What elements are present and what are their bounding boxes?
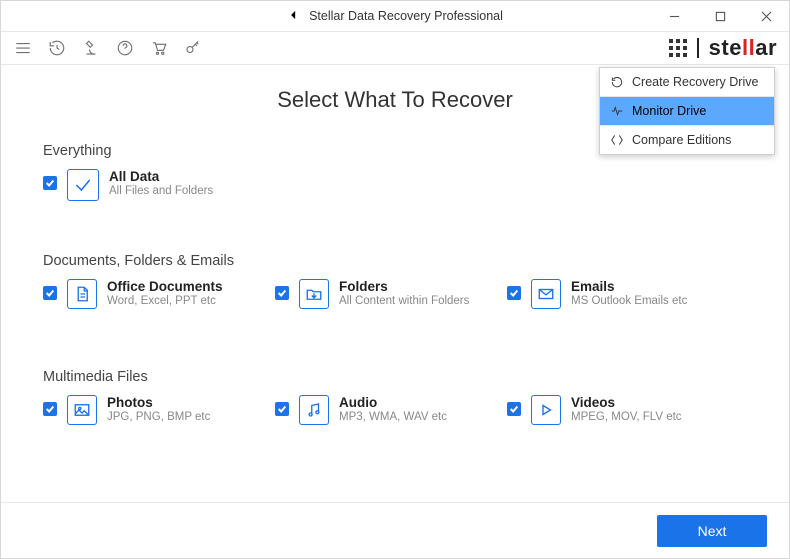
option-label: Emails xyxy=(571,279,687,295)
menu-item-compare-editions[interactable]: Compare Editions xyxy=(600,126,774,154)
refresh-icon xyxy=(610,75,624,89)
separator xyxy=(697,38,699,58)
checkbox-icon[interactable] xyxy=(275,402,289,416)
checkbox-icon[interactable] xyxy=(275,286,289,300)
compare-icon xyxy=(610,133,624,147)
toolbar: stellar xyxy=(1,31,789,65)
help-icon[interactable] xyxy=(115,38,135,58)
window-close-button[interactable] xyxy=(743,1,789,31)
checkbox-icon[interactable] xyxy=(507,402,521,416)
option-sub: MS Outlook Emails etc xyxy=(571,295,687,309)
option-label: Photos xyxy=(107,395,210,411)
option-all-data[interactable]: All Data All Files and Folders xyxy=(43,169,275,201)
checkbox-icon[interactable] xyxy=(43,286,57,300)
key-icon[interactable] xyxy=(183,38,203,58)
tools-dropdown: Create Recovery Drive Monitor Drive Comp… xyxy=(599,67,775,155)
option-sub: All Content within Folders xyxy=(339,295,469,309)
history-icon[interactable] xyxy=(47,38,67,58)
microscope-icon[interactable] xyxy=(81,38,101,58)
cart-icon[interactable] xyxy=(149,38,169,58)
option-videos[interactable]: Videos MPEG, MOV, FLV etc xyxy=(507,395,739,425)
folder-icon xyxy=(299,279,329,309)
photo-icon xyxy=(67,395,97,425)
menu-item-label: Monitor Drive xyxy=(632,104,706,118)
video-icon xyxy=(531,395,561,425)
menu-item-label: Compare Editions xyxy=(632,133,731,147)
option-office-documents[interactable]: Office Documents Word, Excel, PPT etc xyxy=(43,279,275,309)
checkbox-icon[interactable] xyxy=(43,176,57,190)
checkbox-icon[interactable] xyxy=(43,402,57,416)
option-label: Audio xyxy=(339,395,447,411)
option-emails[interactable]: Emails MS Outlook Emails etc xyxy=(507,279,739,309)
next-button[interactable]: Next xyxy=(657,515,767,547)
window-maximize-button[interactable] xyxy=(697,1,743,31)
window-minimize-button[interactable] xyxy=(651,1,697,31)
menu-item-monitor-drive[interactable]: Monitor Drive xyxy=(600,97,774,126)
option-sub: MPEG, MOV, FLV etc xyxy=(571,411,682,425)
option-sub: JPG, PNG, BMP etc xyxy=(107,411,210,425)
window-title: Stellar Data Recovery Professional xyxy=(309,9,503,23)
apps-grid-icon[interactable] xyxy=(669,39,687,57)
option-sub: All Files and Folders xyxy=(109,185,213,199)
option-folders[interactable]: Folders All Content within Folders xyxy=(275,279,507,309)
audio-icon xyxy=(299,395,329,425)
hamburger-menu-icon[interactable] xyxy=(13,38,33,58)
option-sub: Word, Excel, PPT etc xyxy=(107,295,223,309)
all-data-icon xyxy=(67,169,99,201)
menu-item-create-recovery-drive[interactable]: Create Recovery Drive xyxy=(600,68,774,97)
footer: Next xyxy=(1,502,789,558)
option-audio[interactable]: Audio MP3, WMA, WAV etc xyxy=(275,395,507,425)
section-docs-title: Documents, Folders & Emails xyxy=(43,253,747,269)
document-icon xyxy=(67,279,97,309)
brand-area: stellar xyxy=(669,32,777,64)
option-photos[interactable]: Photos JPG, PNG, BMP etc xyxy=(43,395,275,425)
option-label: Folders xyxy=(339,279,469,295)
option-label: Videos xyxy=(571,395,682,411)
title-bar: Stellar Data Recovery Professional xyxy=(1,1,789,31)
menu-item-label: Create Recovery Drive xyxy=(632,75,758,89)
section-media-title: Multimedia Files xyxy=(43,369,747,385)
email-icon xyxy=(531,279,561,309)
option-label: Office Documents xyxy=(107,279,223,295)
option-sub: MP3, WMA, WAV etc xyxy=(339,411,447,425)
back-arrow-icon[interactable] xyxy=(287,8,301,25)
brand-logo: stellar xyxy=(709,35,777,61)
checkbox-icon[interactable] xyxy=(507,286,521,300)
pulse-icon xyxy=(610,104,624,118)
option-label: All Data xyxy=(109,169,213,185)
